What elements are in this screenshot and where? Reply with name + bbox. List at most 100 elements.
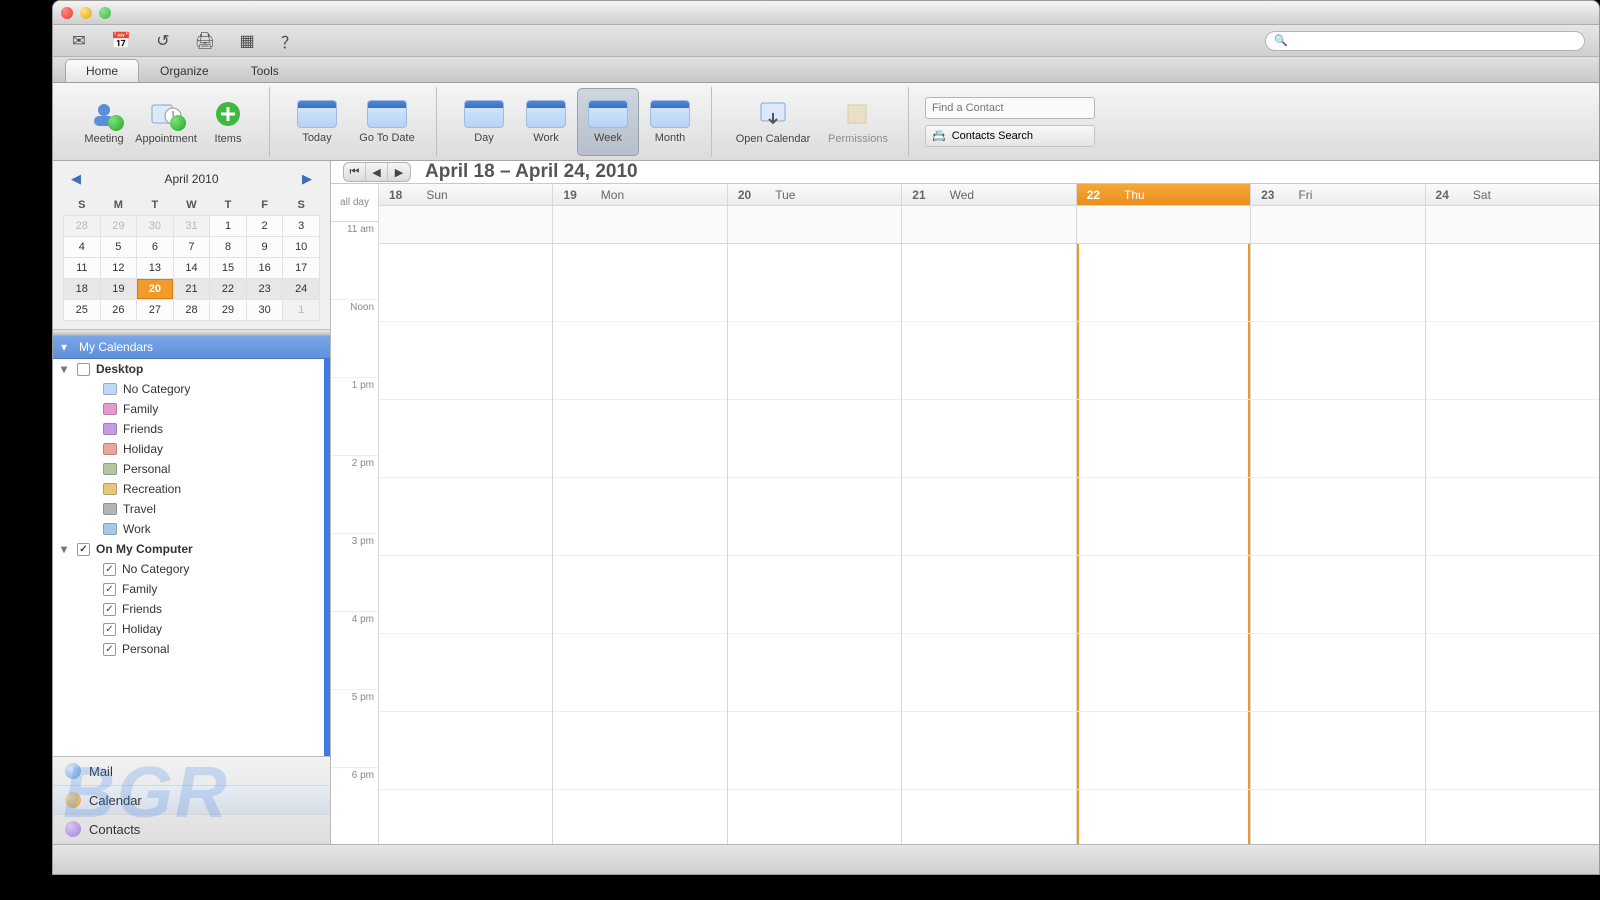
checkbox[interactable]: ✓ xyxy=(103,603,116,616)
time-slot[interactable] xyxy=(1077,634,1250,712)
appointment-button[interactable]: Appointment xyxy=(135,88,197,156)
calendar-item[interactable]: Work xyxy=(53,519,324,539)
time-slot[interactable] xyxy=(379,244,552,322)
minimize-window-button[interactable] xyxy=(80,7,92,19)
find-contact-input[interactable] xyxy=(925,97,1095,119)
print-icon[interactable]: 🖨 xyxy=(193,30,217,52)
calendar-item[interactable]: ✓Family xyxy=(53,579,324,599)
allday-cell[interactable] xyxy=(728,206,901,244)
time-slot[interactable] xyxy=(379,634,552,712)
today-button[interactable]: Today xyxy=(286,88,348,156)
meeting-button[interactable]: Meeting xyxy=(73,88,135,156)
allday-cell[interactable] xyxy=(1426,206,1599,244)
minical-day[interactable]: 29 xyxy=(210,300,247,321)
global-search[interactable]: 🔍 xyxy=(1265,31,1585,51)
time-slot[interactable] xyxy=(902,634,1075,712)
send-receive-icon[interactable]: ✉︎ xyxy=(67,30,91,52)
calendar-group[interactable]: ▾✓On My Computer xyxy=(53,539,324,559)
time-slot[interactable] xyxy=(1426,478,1599,556)
allday-cell[interactable] xyxy=(1251,206,1424,244)
minical-day[interactable]: 24 xyxy=(283,279,320,300)
calendar-icon[interactable]: 📅 xyxy=(109,30,133,52)
minical-day[interactable]: 12 xyxy=(100,258,137,279)
minical-day[interactable]: 13 xyxy=(137,258,174,279)
checkbox[interactable]: ✓ xyxy=(103,583,116,596)
time-slot[interactable] xyxy=(1251,244,1424,322)
minical-day[interactable]: 1 xyxy=(283,300,320,321)
week-grid[interactable]: all day 11 amNoon1 pm2 pm3 pm4 pm5 pm6 p… xyxy=(331,183,1599,868)
minical-day[interactable]: 2 xyxy=(246,216,283,237)
time-slot[interactable] xyxy=(902,322,1075,400)
calendar-item[interactable]: ✓No Category xyxy=(53,559,324,579)
nav-calendar[interactable]: Calendar xyxy=(53,786,330,815)
calendar-item[interactable]: Family xyxy=(53,399,324,419)
minical-day[interactable]: 9 xyxy=(246,237,283,258)
work-view-button[interactable]: Work xyxy=(515,88,577,156)
checkbox[interactable]: ✓ xyxy=(103,643,116,656)
allday-cell[interactable] xyxy=(1077,206,1250,244)
minical-day[interactable]: 1 xyxy=(210,216,247,237)
allday-cell[interactable] xyxy=(379,206,552,244)
checkbox[interactable] xyxy=(77,363,90,376)
minical-day[interactable]: 16 xyxy=(246,258,283,279)
prev-page-button[interactable]: ⏮ xyxy=(344,163,366,181)
minical-day[interactable]: 7 xyxy=(173,237,210,258)
time-slot[interactable] xyxy=(728,712,901,790)
close-window-button[interactable] xyxy=(61,7,73,19)
time-slot[interactable] xyxy=(1251,634,1424,712)
minical-next-button[interactable]: ▶ xyxy=(302,171,312,187)
minical-day[interactable]: 27 xyxy=(137,300,174,321)
month-view-button[interactable]: Month xyxy=(639,88,701,156)
time-slot[interactable] xyxy=(1077,400,1250,478)
time-slot[interactable] xyxy=(1426,634,1599,712)
time-slot[interactable] xyxy=(379,478,552,556)
time-slot[interactable] xyxy=(728,322,901,400)
minical-grid[interactable]: SMTWTFS 28293031123456789101112131415161… xyxy=(63,195,320,321)
time-slot[interactable] xyxy=(553,634,726,712)
goto-date-button[interactable]: Go To Date xyxy=(348,88,426,156)
time-slot[interactable] xyxy=(728,556,901,634)
time-slot[interactable] xyxy=(553,244,726,322)
calendar-item[interactable]: ✓Friends xyxy=(53,599,324,619)
minical-day[interactable]: 23 xyxy=(246,279,283,300)
toolbox-icon[interactable]: ▦ xyxy=(235,30,259,52)
time-slot[interactable] xyxy=(1426,556,1599,634)
day-column[interactable]: 22Thu xyxy=(1077,184,1251,868)
minical-day[interactable]: 19 xyxy=(100,279,137,300)
time-slot[interactable] xyxy=(728,400,901,478)
calendar-item[interactable]: ✓Holiday xyxy=(53,619,324,639)
day-column[interactable]: 24Sat xyxy=(1426,184,1599,868)
day-view-button[interactable]: Day xyxy=(453,88,515,156)
time-slot[interactable] xyxy=(379,556,552,634)
minical-day[interactable]: 3 xyxy=(283,216,320,237)
time-slot[interactable] xyxy=(1426,244,1599,322)
day-column[interactable]: 20Tue xyxy=(728,184,902,868)
minical-day[interactable]: 28 xyxy=(173,300,210,321)
time-slot[interactable] xyxy=(902,556,1075,634)
time-slot[interactable] xyxy=(902,400,1075,478)
time-slot[interactable] xyxy=(379,712,552,790)
minical-day[interactable]: 21 xyxy=(173,279,210,300)
calendar-item[interactable]: Holiday xyxy=(53,439,324,459)
nav-mail[interactable]: Mail xyxy=(53,757,330,786)
allday-cell[interactable] xyxy=(902,206,1075,244)
minical-day[interactable]: 26 xyxy=(100,300,137,321)
time-slot[interactable] xyxy=(728,244,901,322)
minical-day[interactable]: 28 xyxy=(64,216,101,237)
zoom-window-button[interactable] xyxy=(99,7,111,19)
minical-day[interactable]: 18 xyxy=(64,279,101,300)
time-slot[interactable] xyxy=(379,322,552,400)
calendar-item[interactable]: Friends xyxy=(53,419,324,439)
minical-day[interactable]: 10 xyxy=(283,237,320,258)
minical-day[interactable]: 15 xyxy=(210,258,247,279)
minical-day[interactable]: 29 xyxy=(100,216,137,237)
day-column[interactable]: 21Wed xyxy=(902,184,1076,868)
time-slot[interactable] xyxy=(728,478,901,556)
time-slot[interactable] xyxy=(1251,712,1424,790)
minical-day[interactable]: 22 xyxy=(210,279,247,300)
my-calendars-header[interactable]: ▾ My Calendars xyxy=(53,335,330,359)
time-slot[interactable] xyxy=(1077,478,1250,556)
prev-button[interactable]: ◀ xyxy=(366,163,388,181)
allday-cell[interactable] xyxy=(553,206,726,244)
time-slot[interactable] xyxy=(902,478,1075,556)
